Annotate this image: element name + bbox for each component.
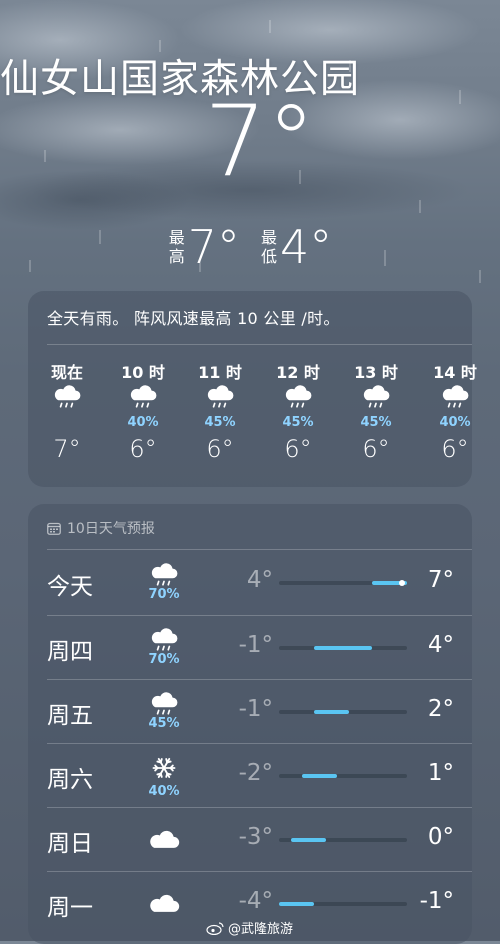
forecast-low: -1° [238, 696, 273, 722]
hour-item: 12 时 45% 6° [259, 359, 337, 463]
rain-cloud-icon [142, 624, 186, 654]
temp-range-track [279, 580, 407, 586]
hour-precip: 45% [282, 415, 314, 430]
forecast-title-text: 10日天气预报 [67, 521, 155, 537]
forecast-high: 1° [427, 760, 454, 786]
temp-range-bar [313, 646, 373, 650]
current-temperature: 7° [204, 85, 316, 199]
cloud-icon [142, 816, 186, 864]
low-temp-group: 最低 4° [260, 220, 332, 274]
rain-cloud-icon [259, 381, 337, 415]
hour-precip: 45% [360, 415, 392, 430]
forecast-precip: 70% [148, 587, 180, 602]
forecast-low: -2° [238, 760, 273, 786]
high-temp: 7° [187, 220, 240, 274]
forecast-high: 4° [427, 632, 454, 658]
hour-temp: 7° [53, 435, 81, 463]
hour-precip [28, 415, 106, 433]
high-temp-group: 最高 7° [168, 220, 240, 274]
forecast-day: 周日 [47, 831, 93, 857]
high-label: 最高 [168, 228, 185, 266]
temp-range-track [279, 774, 407, 778]
forecast-day: 周一 [47, 895, 93, 921]
temp-range-bar [313, 710, 349, 714]
hour-time: 10 时 [121, 363, 165, 382]
hour-item: 现在 7° [28, 359, 106, 463]
rain-cloud-icon [142, 559, 186, 589]
hourly-summary: 全天有雨。 阵风风速最高 10 公里 /时。 [47, 309, 340, 328]
divider [47, 549, 472, 550]
watermark-text: @武隆旅游 [228, 922, 294, 937]
forecast-low: -1° [238, 632, 273, 658]
forecast-high: 7° [427, 567, 454, 593]
forecast-day: 周六 [47, 767, 93, 793]
calendar-icon [47, 522, 61, 535]
current-temp-dot [399, 580, 405, 586]
forecast-day: 周四 [47, 639, 93, 665]
divider [47, 344, 472, 345]
hour-item: 10 时 40% 6° [104, 359, 182, 463]
forecast-row[interactable]: 今天 70% 4° 7° [28, 551, 472, 615]
watermark: @武隆旅游 [206, 918, 293, 937]
forecast-title: 10日天气预报 [47, 518, 155, 538]
hour-item: 14 时 40% 6° [416, 359, 494, 463]
forecast-row[interactable]: 周日 -3° 0° [28, 808, 472, 872]
hour-temp: 6° [284, 435, 312, 463]
forecast-high: 0° [427, 824, 454, 850]
forecast-low: -3° [238, 824, 273, 850]
rain-cloud-icon [28, 381, 106, 415]
hour-time: 12 时 [276, 363, 320, 382]
weibo-logo-icon [206, 921, 224, 935]
hour-temp: 6° [362, 435, 390, 463]
low-label: 最低 [260, 228, 277, 266]
hour-item: 11 时 45% 6° [181, 359, 259, 463]
temp-range-track [279, 902, 407, 906]
forecast-row[interactable]: 周六 40% -2° 1° [28, 744, 472, 808]
temp-range-bar [290, 838, 326, 842]
forecast-precip: 40% [148, 784, 180, 799]
forecast-high: -1° [419, 888, 454, 914]
forecast-day: 周五 [47, 703, 93, 729]
forecast-precip: 70% [148, 652, 180, 667]
forecast-row[interactable]: 周四 70% -1° 4° [28, 616, 472, 680]
forecast-row[interactable]: 周五 45% -1° 2° [28, 680, 472, 744]
hour-item: 13 时 45% 6° [337, 359, 415, 463]
forecast-low: 4° [246, 567, 273, 593]
high-low-temps: 最高 7° 最低 4° [0, 220, 500, 274]
hour-precip: 45% [204, 415, 236, 430]
rain-cloud-icon [104, 381, 182, 415]
hour-time: 现在 [50, 363, 83, 382]
hour-precip: 40% [439, 415, 471, 430]
low-temp: 4° [280, 220, 333, 274]
hourly-list[interactable]: 现在 7° 10 时 40% 6° 11 时 45% 6° 12 时 45% 6… [28, 359, 477, 479]
rain-cloud-icon [416, 381, 494, 415]
cloud-icon [142, 880, 186, 928]
forecast-low: -4° [238, 888, 273, 914]
rain-cloud-icon [142, 688, 186, 718]
temp-range-track [279, 646, 407, 650]
hour-time: 11 时 [198, 363, 242, 382]
temp-range-bar [279, 902, 314, 906]
temp-range-bar [302, 774, 338, 778]
hour-precip: 40% [127, 415, 159, 430]
forecast-high: 2° [427, 696, 454, 722]
forecast-day: 今天 [47, 574, 93, 600]
hour-time: 14 时 [433, 363, 477, 382]
rain-cloud-icon [337, 381, 415, 415]
temp-range-track [279, 710, 407, 714]
forecast-precip: 45% [148, 716, 180, 731]
rain-cloud-icon [181, 381, 259, 415]
hour-temp: 6° [129, 435, 157, 463]
hour-temp: 6° [441, 435, 469, 463]
hour-time: 13 时 [354, 363, 398, 382]
snowflake-icon [142, 752, 186, 786]
ten-day-forecast-card[interactable]: 10日天气预报 今天 70% 4° 7° 周四 70% -1° 4° 周五 45… [28, 504, 472, 944]
hourly-forecast-card[interactable]: 全天有雨。 阵风风速最高 10 公里 /时。 现在 7° 10 时 40% 6°… [28, 291, 477, 487]
hour-temp: 6° [206, 435, 234, 463]
temp-range-track [279, 838, 407, 842]
